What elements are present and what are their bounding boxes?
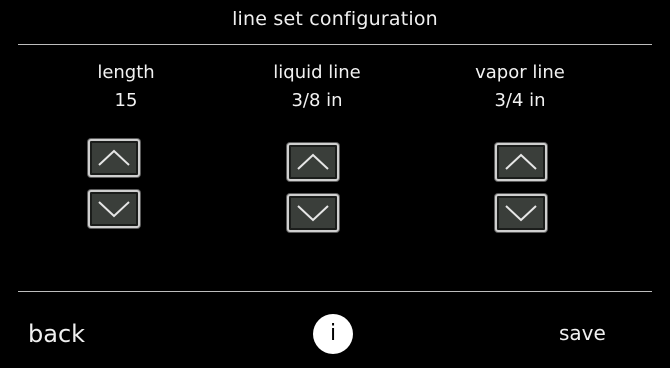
chevron-down-icon	[297, 205, 329, 222]
liquid-line-decrease-button[interactable]	[287, 194, 339, 232]
vapor-line-increase-button[interactable]	[495, 143, 547, 181]
page-title: line set configuration	[232, 8, 438, 30]
footer-divider	[18, 291, 652, 292]
liquid-line-setting: liquid line 3/8 in	[237, 62, 397, 112]
liquid-line-value: 3/8 in	[291, 90, 343, 111]
liquid-line-label: liquid line	[273, 62, 361, 83]
info-icon: i	[329, 321, 337, 346]
chevron-up-icon	[505, 153, 537, 170]
chevron-up-icon	[98, 149, 130, 166]
vapor-line-setting: vapor line 3/4 in	[440, 62, 600, 112]
vapor-line-decrease-button[interactable]	[495, 194, 547, 232]
chevron-down-icon	[505, 205, 537, 222]
save-button[interactable]: save	[559, 321, 606, 345]
header-divider	[18, 44, 652, 45]
length-setting: length 15	[46, 62, 206, 112]
length-label: length	[97, 62, 155, 83]
line-set-configuration-screen: line set configuration length 15 liquid …	[0, 0, 670, 368]
length-decrease-button[interactable]	[88, 190, 140, 228]
liquid-line-increase-button[interactable]	[287, 143, 339, 181]
length-value: 15	[114, 90, 138, 111]
chevron-down-icon	[98, 201, 130, 218]
back-button[interactable]: back	[28, 320, 85, 348]
length-increase-button[interactable]	[88, 139, 140, 177]
chevron-up-icon	[297, 153, 329, 170]
vapor-line-label: vapor line	[475, 62, 565, 83]
vapor-line-value: 3/4 in	[494, 90, 546, 111]
info-button[interactable]: i	[313, 314, 353, 354]
